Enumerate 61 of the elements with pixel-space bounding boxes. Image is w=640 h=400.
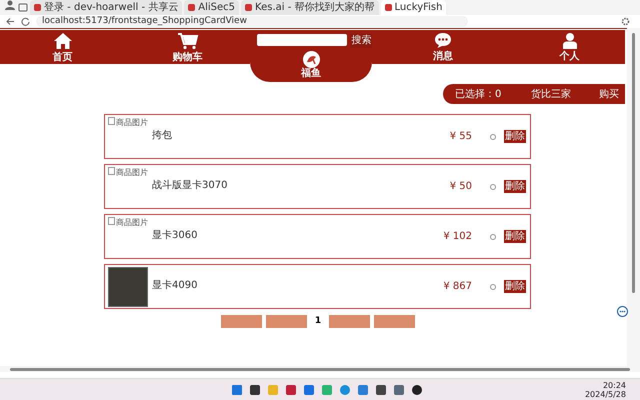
back-icon[interactable]: [6, 17, 15, 26]
photo-placeholder: [108, 266, 148, 306]
nav-tab[interactable]: 购物车: [125, 30, 250, 64]
clock-date[interactable]: 2024/5/28: [584, 390, 626, 399]
product-name: 显卡4090: [152, 278, 198, 292]
browser-tab[interactable]: Kes.ai - 帮你找到大家的帮: [241, 0, 379, 15]
nav-tab[interactable]: 消息: [372, 30, 514, 64]
product-price: ¥ 50: [450, 181, 472, 192]
page-number[interactable]: 1: [311, 316, 325, 326]
delete-button[interactable]: 删除: [504, 280, 526, 293]
image-alt-text: 商品图片: [116, 117, 148, 128]
select-radio[interactable]: [490, 184, 496, 190]
horizontal-scrollbar[interactable]: [0, 366, 640, 372]
product-name: 显卡3060: [152, 228, 198, 242]
delete-button[interactable]: 删除: [504, 230, 526, 243]
broken-image-icon: [108, 117, 115, 125]
select-radio[interactable]: [490, 134, 496, 140]
nav-tab[interactable]: 首页: [0, 30, 125, 64]
product-name: 战斗版显卡3070: [152, 178, 228, 192]
profile-icon[interactable]: [4, 0, 16, 10]
pagination-button[interactable]: [266, 314, 307, 328]
selected-count-text: 已选择：0: [455, 88, 502, 101]
chat-bubble-icon[interactable]: [617, 306, 628, 317]
chat-icon: [434, 32, 452, 49]
product-price: ¥ 867: [443, 281, 472, 292]
pagination-button[interactable]: [374, 314, 415, 328]
search-button[interactable]: 搜索: [350, 34, 374, 48]
logo-text: 福鱼: [301, 68, 321, 79]
code-editor-icon[interactable]: [358, 385, 368, 395]
buy-link[interactable]: 购买: [599, 87, 619, 101]
home-icon: [52, 32, 72, 50]
product-name: 挎包: [152, 129, 172, 142]
image-alt-text: 商品图片: [116, 167, 148, 178]
product-price: ¥ 55: [450, 131, 472, 142]
product-price: ¥ 102: [443, 231, 472, 242]
delete-button[interactable]: 删除: [504, 130, 526, 143]
refresh-icon[interactable]: [21, 17, 30, 26]
clock-time[interactable]: 20:24: [602, 381, 626, 390]
fish-logo-icon: [302, 51, 320, 68]
select-radio[interactable]: [490, 234, 496, 240]
select-radio[interactable]: [490, 284, 496, 290]
pagination-button[interactable]: [221, 314, 262, 328]
windows-start-icon[interactable]: [232, 385, 242, 395]
search-field[interactable]: [256, 34, 346, 46]
compare-link[interactable]: 货比三家: [531, 87, 571, 101]
broken-image-icon: [108, 167, 115, 175]
address-field[interactable]: localhost:5173/frontstage_ShoppingCardView: [36, 16, 468, 27]
nav-tab[interactable]: 个人: [514, 30, 625, 64]
image-alt-text: 商品图片: [116, 217, 148, 228]
browser-tab[interactable]: AliSec5: [184, 0, 240, 15]
vertical-scrollbar[interactable]: [627, 28, 640, 366]
browser-icon[interactable]: [340, 385, 350, 395]
broken-image-icon: [108, 217, 115, 225]
settings-icon[interactable]: [621, 17, 630, 26]
browser-tab[interactable]: LuckyFish: [380, 0, 446, 15]
cart-icon: [176, 32, 198, 50]
person-icon: [562, 32, 576, 49]
browser-tab[interactable]: 登录 - dev-hoarwell - 共享云: [30, 0, 182, 15]
pagination-button[interactable]: [329, 314, 370, 328]
delete-button[interactable]: 删除: [504, 180, 526, 193]
settings-icon[interactable]: [394, 385, 404, 395]
